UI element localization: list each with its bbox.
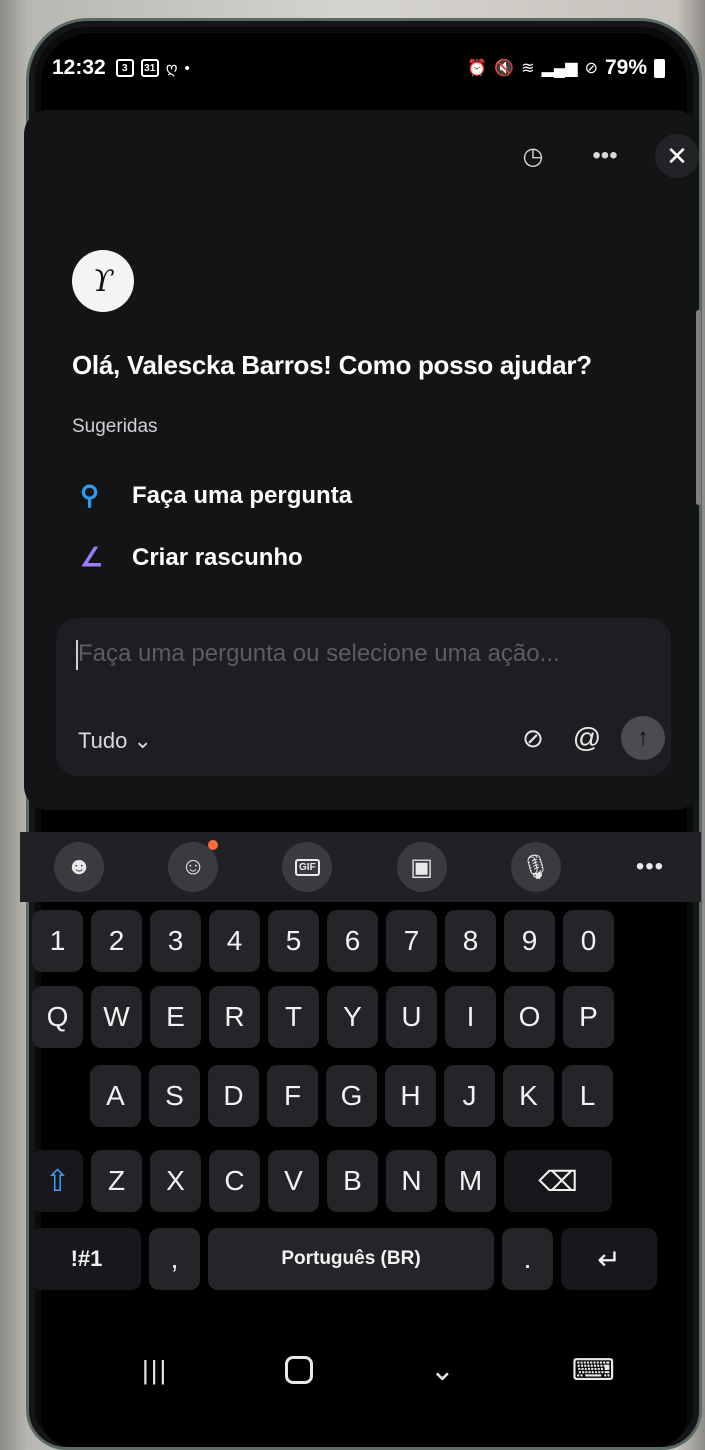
panel-header: ◷ ••• ✕: [511, 134, 699, 178]
alarm-icon: ⏰: [467, 60, 488, 77]
scope-dropdown[interactable]: Tudo ⌄: [78, 728, 152, 754]
key[interactable]: 2: [91, 910, 142, 972]
suggested-label: Sugeridas: [72, 416, 158, 437]
app-notification-icon: ღ: [165, 60, 178, 77]
key[interactable]: C: [209, 1150, 260, 1212]
key[interactable]: R: [209, 986, 260, 1048]
home-icon[interactable]: [285, 1356, 314, 1384]
space-key[interactable]: Português (BR): [208, 1228, 494, 1290]
key[interactable]: O: [504, 986, 555, 1048]
calendar-31-icon: 31: [140, 59, 159, 77]
gif-icon[interactable]: GIF: [282, 842, 333, 892]
back-icon[interactable]: ⌄: [430, 1353, 455, 1388]
key[interactable]: W: [91, 986, 142, 1048]
assistant-panel: ◷ ••• ✕ ϒ Olá, Valescka Barros! Como pos…: [24, 110, 701, 810]
calendar-3-icon: 3: [115, 59, 134, 77]
key[interactable]: 9: [504, 910, 555, 972]
key[interactable]: J: [444, 1065, 495, 1127]
key[interactable]: E: [150, 986, 201, 1048]
keyboard-toolbar: ☻ ☺ GIF ▣ 🎙 •••: [20, 832, 701, 902]
key[interactable]: B: [327, 1150, 378, 1212]
enter-key[interactable]: ↵: [561, 1228, 657, 1290]
search-icon: ⚲: [80, 480, 100, 510]
key[interactable]: K: [503, 1065, 554, 1127]
mic-icon[interactable]: 🎙: [510, 842, 561, 892]
key[interactable]: L: [562, 1065, 613, 1127]
key[interactable]: 4: [209, 910, 260, 972]
key[interactable]: 3: [150, 910, 201, 972]
pen-icon: ∠: [80, 542, 104, 572]
shift-key[interactable]: ⇧: [32, 1150, 83, 1212]
notification-dot: [208, 840, 219, 850]
period-key[interactable]: .: [502, 1228, 553, 1290]
chevron-down-icon: ⌄: [133, 728, 152, 753]
prompt-composer[interactable]: Faça uma pergunta ou selecione uma ação.…: [56, 618, 671, 776]
history-icon[interactable]: ◷: [511, 134, 555, 178]
key[interactable]: H: [385, 1065, 436, 1127]
status-bar: 12:32 3 31 ღ • ⏰ 🔇 ≋ ▂▄▆ ⊘ 79%: [52, 48, 665, 88]
key[interactable]: I: [445, 986, 496, 1048]
battery-icon: [654, 58, 665, 78]
key[interactable]: 8: [445, 910, 496, 972]
key[interactable]: X: [150, 1150, 201, 1212]
key[interactable]: 6: [327, 910, 378, 972]
key[interactable]: M: [445, 1150, 496, 1212]
attach-icon[interactable]: ⊘: [511, 716, 555, 760]
key[interactable]: Q: [32, 986, 83, 1048]
scope-label: Tudo: [78, 728, 128, 753]
scrollbar[interactable]: [696, 310, 701, 505]
signal-icon: ▂▄▆: [541, 60, 578, 77]
status-time: 12:32: [52, 56, 106, 79]
more-icon[interactable]: •••: [583, 134, 627, 178]
letter-row-3: ⇧ Z X C V B N M ⌫: [32, 1150, 612, 1212]
number-row: 1 2 3 4 5 6 7 8 9 0: [32, 910, 614, 972]
gif-glyph: GIF: [295, 858, 320, 876]
key[interactable]: T: [268, 986, 319, 1048]
mute-icon: 🔇: [494, 60, 515, 77]
key[interactable]: P: [563, 986, 614, 1048]
clipboard-icon[interactable]: ▣: [396, 842, 447, 892]
key[interactable]: F: [267, 1065, 318, 1127]
key[interactable]: V: [268, 1150, 319, 1212]
emoji-icon[interactable]: ☺: [168, 840, 219, 892]
bottom-row: !#1 , Português (BR) . ↵: [32, 1228, 657, 1290]
suggestion-label: Faça uma pergunta: [132, 481, 353, 509]
backspace-key[interactable]: ⌫: [504, 1150, 612, 1212]
key[interactable]: 1: [32, 910, 83, 972]
suggestion-create-draft[interactable]: ∠ Criar rascunho: [80, 542, 303, 573]
key[interactable]: N: [386, 1150, 437, 1212]
comma-key[interactable]: ,: [149, 1228, 200, 1290]
letter-row-1: Q W E R T Y U I O P: [32, 986, 614, 1048]
key[interactable]: 5: [268, 910, 319, 972]
more-icon[interactable]: •••: [625, 842, 675, 892]
key[interactable]: Z: [91, 1150, 142, 1212]
keyboard-switch-icon[interactable]: ⌨: [572, 1353, 615, 1388]
key[interactable]: 0: [563, 910, 614, 972]
key[interactable]: D: [208, 1065, 259, 1127]
suggestion-ask-question[interactable]: ⚲ Faça uma pergunta: [80, 480, 352, 511]
navigation-bar: ||| ⌄ ⌨: [60, 1340, 665, 1400]
key[interactable]: 7: [386, 910, 437, 972]
key[interactable]: A: [90, 1065, 141, 1127]
close-icon[interactable]: ✕: [655, 134, 699, 178]
send-icon[interactable]: ↑: [621, 716, 665, 760]
emoji-glyph: ☺: [180, 853, 206, 880]
key[interactable]: U: [386, 986, 437, 1048]
mention-icon[interactable]: @: [565, 716, 609, 760]
sticker-icon[interactable]: ☻: [54, 842, 104, 892]
suggestion-label: Criar rascunho: [132, 543, 303, 571]
key[interactable]: G: [326, 1065, 377, 1127]
dnd-icon: ⊘: [584, 60, 598, 77]
letter-row-2: A S D F G H J K L: [90, 1065, 613, 1127]
dot-icon: •: [184, 59, 190, 77]
key[interactable]: Y: [327, 986, 378, 1048]
assistant-avatar: ϒ: [72, 250, 134, 312]
recents-icon[interactable]: |||: [142, 1355, 168, 1386]
key[interactable]: S: [149, 1065, 200, 1127]
symbols-key[interactable]: !#1: [32, 1228, 141, 1290]
wifi-icon: ≋: [521, 60, 535, 77]
prompt-input[interactable]: Faça uma pergunta ou selecione uma ação.…: [78, 634, 641, 674]
battery-percent: 79%: [604, 56, 647, 79]
greeting-text: Olá, Valescka Barros! Como posso ajudar?: [72, 350, 592, 380]
